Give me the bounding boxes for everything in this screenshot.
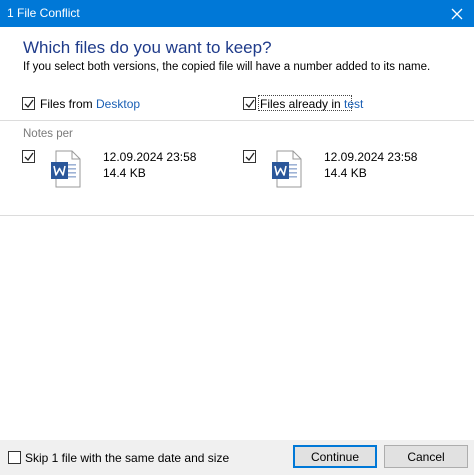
dialog-heading: Which files do you want to keep?	[23, 38, 272, 57]
title-bar: 1 File Conflict	[0, 0, 474, 27]
left-column-label: Files from Desktop	[40, 97, 140, 111]
left-column-source[interactable]: Desktop	[96, 97, 140, 111]
skip-same-checkbox[interactable]	[8, 451, 21, 464]
file-group-label: Notes per	[23, 128, 73, 140]
right-column-source[interactable]: test	[344, 97, 363, 111]
close-icon[interactable]	[440, 0, 474, 27]
word-document-icon[interactable]	[50, 150, 82, 193]
left-file-checkbox[interactable]	[22, 150, 35, 163]
right-file-meta: 12.09.2024 23:58 14.4 KB	[324, 149, 417, 181]
left-file-size: 14.4 KB	[103, 166, 146, 180]
group-divider	[0, 215, 474, 216]
select-all-left-checkbox[interactable]	[22, 97, 35, 110]
skip-same-label[interactable]: Skip 1 file with the same date and size	[25, 451, 229, 465]
right-column-prefix: Files already in	[260, 97, 345, 111]
right-file-date: 12.09.2024 23:58	[324, 150, 418, 164]
window-title: 1 File Conflict	[7, 6, 80, 20]
select-all-right-checkbox[interactable]	[243, 97, 256, 110]
left-column-prefix: Files from	[40, 97, 97, 111]
right-file-size: 14.4 KB	[324, 166, 367, 180]
left-file-meta: 12.09.2024 23:58 14.4 KB	[103, 149, 196, 181]
left-file-date: 12.09.2024 23:58	[103, 150, 197, 164]
cancel-button[interactable]: Cancel	[384, 445, 468, 468]
continue-button[interactable]: Continue	[293, 445, 377, 468]
right-file-checkbox[interactable]	[243, 150, 256, 163]
word-document-icon[interactable]	[271, 150, 303, 193]
right-column-label: Files already in test	[260, 97, 363, 111]
dialog-subheading: If you select both versions, the copied …	[23, 61, 431, 73]
header-divider	[0, 120, 474, 121]
